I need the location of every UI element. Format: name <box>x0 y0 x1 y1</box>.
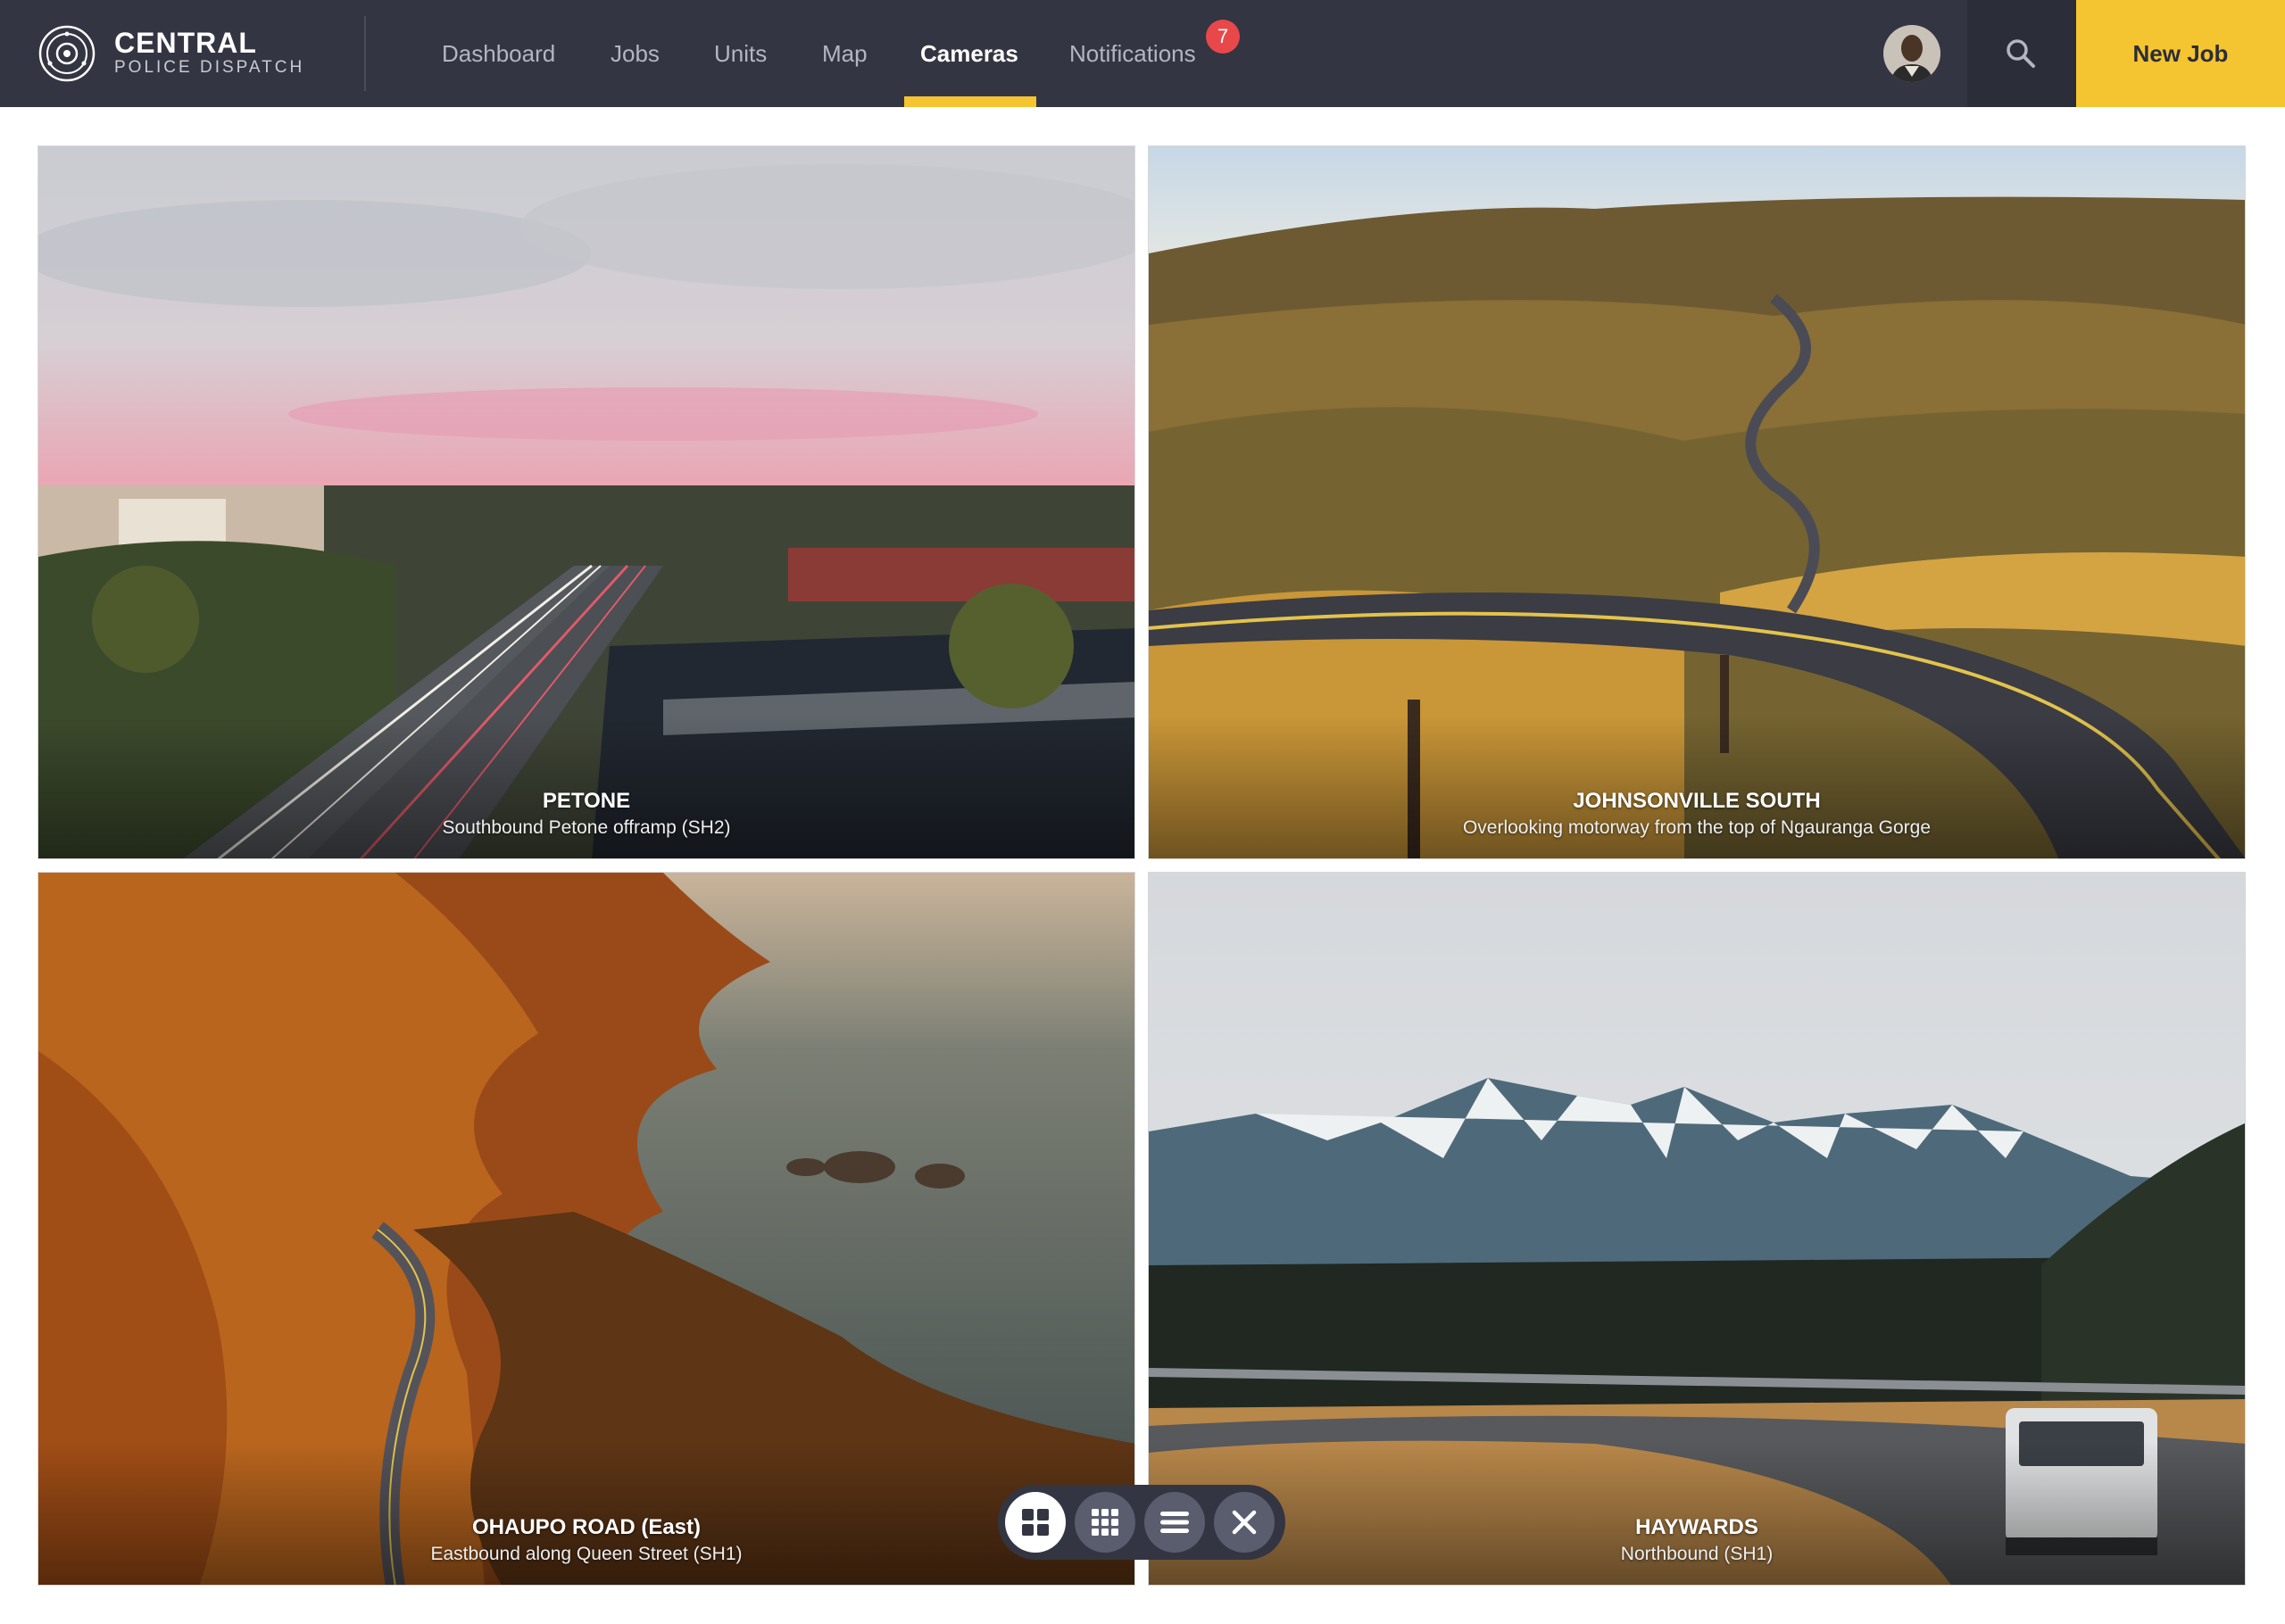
header-divider <box>364 16 366 91</box>
camera-subtitle: Southbound Petone offramp (SH2) <box>442 817 731 838</box>
search-button[interactable] <box>1967 0 2076 107</box>
camera-tile-johnsonville-south[interactable]: JOHNSONVILLE SOUTH Overlooking motorway … <box>1148 145 2246 859</box>
top-navbar: CENTRAL POLICE DISPATCH Dashboard Jobs U… <box>0 0 2285 107</box>
avatar-icon <box>1883 25 1940 82</box>
camera-subtitle: Overlooking motorway from the top of Nga… <box>1462 817 1932 838</box>
list-view-button[interactable] <box>1144 1492 1205 1553</box>
close-view-button[interactable] <box>1214 1492 1275 1553</box>
brand-title: CENTRAL <box>114 27 257 59</box>
nav-notifications[interactable]: Notifications <box>1069 0 1196 107</box>
nav-units[interactable]: Units <box>714 0 767 107</box>
brand-subtitle: POLICE DISPATCH <box>114 58 305 77</box>
notifications-badge: 7 <box>1206 20 1240 54</box>
list-icon <box>1160 1512 1189 1533</box>
camera-title: JOHNSONVILLE SOUTH <box>1573 789 1821 813</box>
camera-subtitle: Eastbound along Queen Street (SH1) <box>430 1544 743 1564</box>
camera-tile-ohaupo-road[interactable]: OHAUPO ROAD (East) Eastbound along Queen… <box>37 872 1135 1586</box>
grid-2x2-icon <box>1022 1509 1049 1536</box>
police-logo-icon <box>38 25 96 82</box>
camera-title: OHAUPO ROAD (East) <box>471 1515 702 1539</box>
view-controls <box>998 1485 1285 1560</box>
camera-title: PETONE <box>542 789 631 813</box>
nav-dashboard[interactable]: Dashboard <box>442 0 555 107</box>
camera-title: HAYWARDS <box>1635 1515 1758 1539</box>
grid-small-view-button[interactable] <box>1075 1492 1135 1553</box>
grid-3x3-icon <box>1092 1509 1118 1536</box>
search-icon <box>2007 39 2035 68</box>
camera-subtitle: Northbound (SH1) <box>1620 1544 1774 1564</box>
camera-tile-haywards[interactable]: HAYWARDS Northbound (SH1) <box>1148 872 2246 1586</box>
nav-map[interactable]: Map <box>822 0 868 107</box>
nav-jobs[interactable]: Jobs <box>611 0 660 107</box>
camera-tile-petone[interactable]: PETONE Southbound Petone offramp (SH2) <box>37 145 1135 859</box>
active-tab-indicator <box>904 96 1036 107</box>
nav-cameras[interactable]: Cameras <box>920 0 1018 107</box>
grid-large-view-button[interactable] <box>1005 1492 1066 1553</box>
close-icon <box>1232 1510 1257 1535</box>
user-avatar[interactable] <box>1883 25 1940 82</box>
new-job-button[interactable]: New Job <box>2076 0 2285 107</box>
